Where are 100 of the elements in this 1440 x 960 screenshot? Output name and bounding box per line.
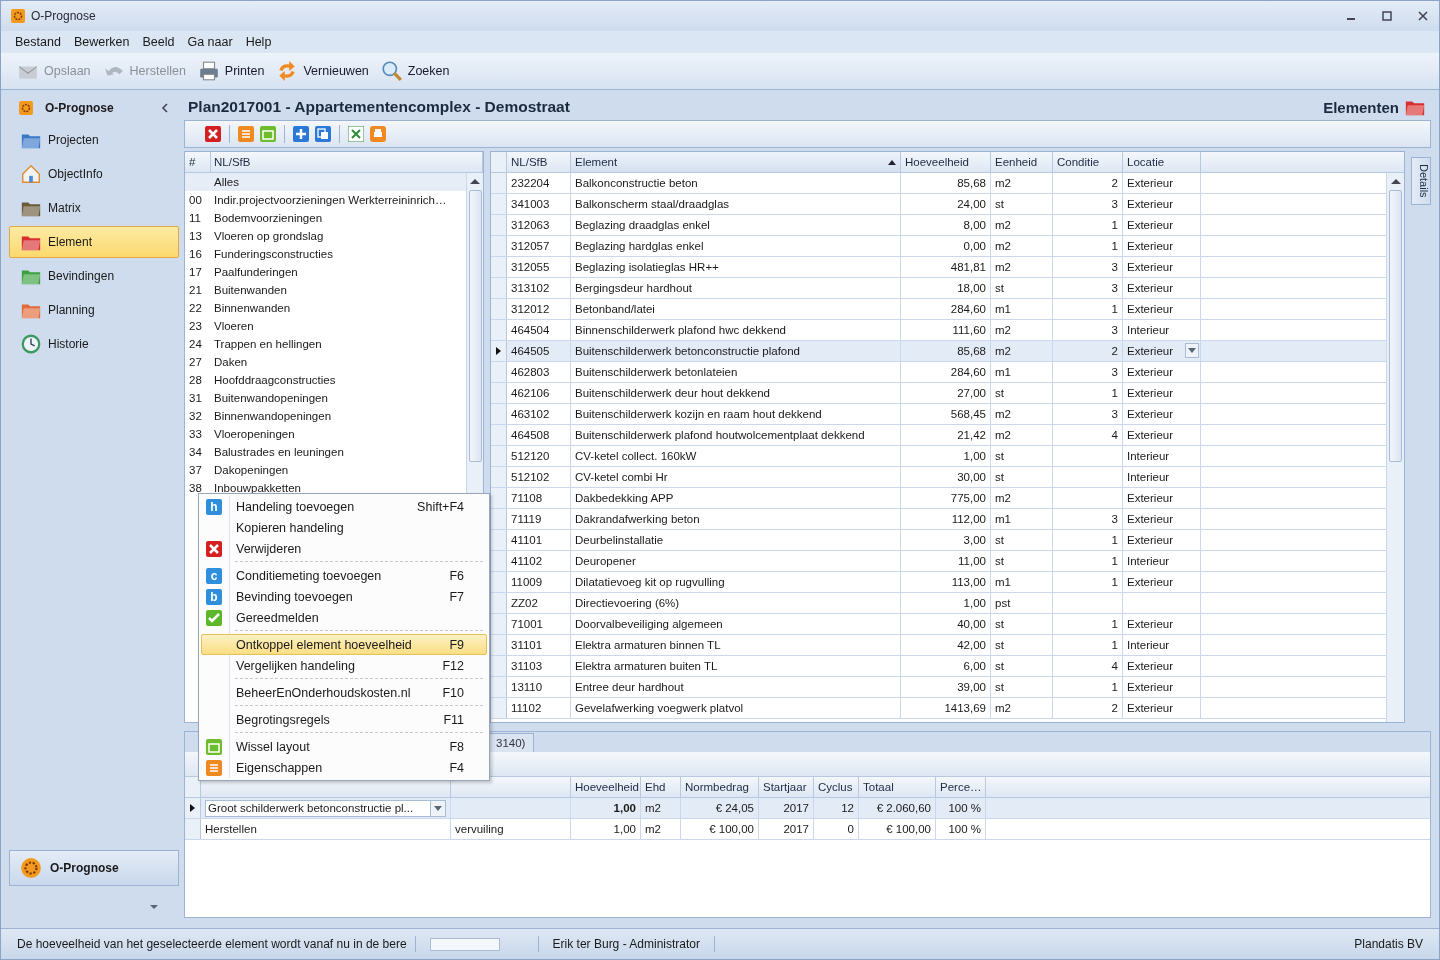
nav-item[interactable]: Matrix bbox=[9, 192, 179, 224]
column-header[interactable]: Startjaar bbox=[759, 777, 814, 797]
dropdown-arrow-icon[interactable] bbox=[149, 904, 159, 910]
list-row[interactable]: 11 Bodemvoorzieningen bbox=[185, 209, 466, 227]
table-row[interactable]: 71119 Dakrandafwerking beton 112,00 m1 3 Exterieur bbox=[491, 509, 1386, 530]
nav-item[interactable]: ObjectInfo bbox=[9, 158, 179, 190]
table-row[interactable]: 232204 Balkonconstructie beton 85,68 m2 2 Exterieur bbox=[491, 173, 1386, 194]
table-row[interactable]: 313102 Bergingsdeur hardhout 18,00 st 3 Exterieur bbox=[491, 278, 1386, 299]
menu-item[interactable]: Eigenschappen F4 bbox=[201, 757, 487, 778]
maximize-icon[interactable] bbox=[1381, 10, 1393, 22]
column-header[interactable]: Ehd bbox=[641, 777, 681, 797]
nav-item[interactable]: Projecten bbox=[9, 124, 179, 156]
copy-icon[interactable] bbox=[315, 126, 331, 142]
menu-item[interactable]: Gereedmelden bbox=[201, 607, 487, 628]
list-row[interactable]: 24 Trappen en hellingen bbox=[185, 335, 466, 353]
list-row[interactable]: 31 Buitenwandopeningen bbox=[185, 389, 466, 407]
tab[interactable]: 3140) bbox=[487, 733, 535, 752]
list-row[interactable]: 27 Daken bbox=[185, 353, 466, 371]
menu-item[interactable]: c Conditiemeting toevoegen F6 bbox=[201, 565, 487, 586]
row-selector[interactable] bbox=[185, 798, 201, 818]
column-header[interactable]: Perce… bbox=[936, 777, 986, 797]
table-row[interactable]: 463102 Buitenschilderwerk kozijn en raam hout dekkend 568,45 m2 3 Exterieur bbox=[491, 404, 1386, 425]
nav-item[interactable]: Bevindingen bbox=[9, 260, 179, 292]
add-icon[interactable] bbox=[293, 126, 309, 142]
list-row[interactable]: 17 Paalfunderingen bbox=[185, 263, 466, 281]
list-row[interactable]: 22 Binnenwanden bbox=[185, 299, 466, 317]
menu-item[interactable]: Help bbox=[245, 35, 272, 49]
list-row[interactable]: 21 Buitenwanden bbox=[185, 281, 466, 299]
list-row[interactable]: 32 Binnenwandopeningen bbox=[185, 407, 466, 425]
list-row[interactable]: 37 Dakopeningen bbox=[185, 461, 466, 479]
table-row[interactable]: 71001 Doorvalbeveiliging algemeen 40,00 st 1 Exterieur bbox=[491, 614, 1386, 635]
menu-item[interactable]: Ga naar bbox=[187, 35, 233, 49]
list-row[interactable]: 00 Indir.projectvoorzieningen Werkterreininrich… bbox=[185, 191, 466, 209]
layout-icon[interactable] bbox=[260, 126, 276, 142]
column-header[interactable]: Normbedrag bbox=[681, 777, 759, 797]
properties-icon[interactable] bbox=[238, 126, 254, 142]
nav-item[interactable]: Historie bbox=[9, 328, 179, 360]
table-row[interactable]: 312057 Beglazing hardglas enkel 0,00 m2 1 Exterieur bbox=[491, 236, 1386, 257]
dropdown-button[interactable] bbox=[1185, 343, 1199, 358]
table-row[interactable]: 13110 Entree deur hardhout 39,00 st 1 Exterieur bbox=[491, 677, 1386, 698]
table-row[interactable]: 11009 Dilatatievoeg kit op rugvulling 113,00 m1 1 Exterieur bbox=[491, 572, 1386, 593]
table-row[interactable]: 512120 CV-ketel collect. 160kW 1,00 st Interieur bbox=[491, 446, 1386, 467]
column-header[interactable]: Element bbox=[571, 152, 901, 172]
table-row[interactable]: ZZ02 Directievoering (6%) 1,00 pst bbox=[491, 593, 1386, 614]
table-row[interactable]: 41101 Deurbelinstallatie 3,00 st 1 Exterieur bbox=[491, 530, 1386, 551]
table-row[interactable]: 462106 Buitenschilderwerk deur hout dekkend 27,00 st 1 Exterieur bbox=[491, 383, 1386, 404]
printer-icon[interactable] bbox=[370, 126, 386, 142]
column-header[interactable]: Eenheid bbox=[991, 152, 1053, 172]
menu-item[interactable]: Bestand bbox=[15, 35, 61, 49]
menu-item[interactable]: BeheerEnOnderhoudskosten.nl F10 bbox=[201, 682, 487, 703]
menu-item[interactable]: h Handeling toevoegen Shift+F4 bbox=[201, 496, 487, 517]
app-switch-button[interactable]: O-Prognose bbox=[9, 850, 179, 886]
list-row[interactable]: 13 Vloeren op grondslag bbox=[185, 227, 466, 245]
list-row[interactable]: 28 Hoofddraagconstructies bbox=[185, 371, 466, 389]
menu-item[interactable]: Wissel layout F8 bbox=[201, 736, 487, 757]
nav-item[interactable]: Element bbox=[9, 226, 179, 258]
spreadsheet-icon[interactable] bbox=[348, 126, 364, 142]
delete-icon[interactable] bbox=[205, 126, 221, 142]
list-row[interactable]: 16 Funderingsconstructies bbox=[185, 245, 466, 263]
toolbar-button[interactable]: Zoeken bbox=[376, 58, 454, 84]
table-row[interactable]: 462803 Buitenschilderwerk betonlateien 284,60 m1 3 Exterieur bbox=[491, 362, 1386, 383]
table-row[interactable]: 71108 Dakbedekking APP 775,00 m2 Exterieur bbox=[491, 488, 1386, 509]
table-row[interactable]: 312063 Beglazing draadglas enkel 8,00 m2 1 Exterieur bbox=[491, 215, 1386, 236]
table-row[interactable]: 464508 Buitenschilderwerk plafond houtwolcementplaat dekkend 21,42 m2 4 Exterieur bbox=[491, 425, 1386, 446]
table-row[interactable]: 464505 Buitenschilderwerk betonconstructie plafond 85,68 m2 2 Exterieur bbox=[491, 341, 1386, 362]
action-dropdown[interactable]: Groot schilderwerk betonconstructie pl... bbox=[205, 799, 446, 817]
column-header[interactable]: Cyclus bbox=[814, 777, 859, 797]
column-header[interactable]: # bbox=[185, 152, 211, 172]
column-header[interactable]: Hoeveelheid bbox=[901, 152, 991, 172]
close-icon[interactable] bbox=[1417, 10, 1429, 22]
list-row[interactable]: 23 Vloeren bbox=[185, 317, 466, 335]
table-row[interactable]: 41102 Deuropener 11,00 st 1 Interieur bbox=[491, 551, 1386, 572]
toolbar-button[interactable]: Printen bbox=[193, 58, 269, 84]
column-header[interactable]: Hoeveelheid bbox=[571, 777, 641, 797]
menu-item[interactable]: Vergelijken handeling F12 bbox=[201, 655, 487, 676]
column-header[interactable]: Totaal bbox=[859, 777, 936, 797]
table-row[interactable]: 341003 Balkonscherm staal/draadglas 24,00 st 3 Exterieur bbox=[491, 194, 1386, 215]
list-row[interactable]: 38 Inbouwpakketten bbox=[185, 479, 466, 497]
collapse-chevron-icon[interactable] bbox=[161, 103, 169, 113]
menu-item[interactable]: Verwijderen bbox=[201, 538, 487, 559]
list-row[interactable]: Alles bbox=[185, 173, 466, 191]
toolbar-button[interactable]: Vernieuwen bbox=[272, 58, 373, 84]
table-row[interactable]: Groot schilderwerk betonconstructie pl... 1,00 m2 € 24,05 2017 12 € 2.060,60 100 % bbox=[185, 798, 1430, 819]
table-row[interactable]: 11102 Gevelafwerking voegwerk platvol 1413,69 m2 2 Exterieur bbox=[491, 698, 1386, 719]
list-row[interactable]: 33 Vloeropeningen bbox=[185, 425, 466, 443]
list-row[interactable]: 34 Balustrades en leuningen bbox=[185, 443, 466, 461]
details-tab[interactable]: Details bbox=[1411, 157, 1431, 205]
menu-item[interactable]: Ontkoppel element hoeveelheid F9 bbox=[201, 634, 487, 655]
menu-item[interactable]: Begrotingsregels F11 bbox=[201, 709, 487, 730]
scrollbar[interactable] bbox=[1386, 173, 1404, 722]
menu-item[interactable]: Bewerken bbox=[73, 35, 130, 49]
menu-item[interactable]: b Bevinding toevoegen F7 bbox=[201, 586, 487, 607]
column-header[interactable]: NL/SfB bbox=[211, 152, 483, 172]
column-header[interactable]: Conditie bbox=[1053, 152, 1123, 172]
table-row[interactable]: 312055 Beglazing isolatieglas HR++ 481,81 m2 3 Exterieur bbox=[491, 257, 1386, 278]
table-row[interactable]: Herstellen vervuiling 1,00 m2 € 100,00 2017 0 € 100,00 100 % bbox=[185, 819, 1430, 840]
row-selector[interactable] bbox=[491, 341, 507, 361]
column-header[interactable]: Locatie bbox=[1123, 152, 1201, 172]
table-row[interactable]: 512102 CV-ketel combi Hr 30,00 st Interieur bbox=[491, 467, 1386, 488]
table-row[interactable]: 31103 Elektra armaturen buiten TL 6,00 st 4 Exterieur bbox=[491, 656, 1386, 677]
